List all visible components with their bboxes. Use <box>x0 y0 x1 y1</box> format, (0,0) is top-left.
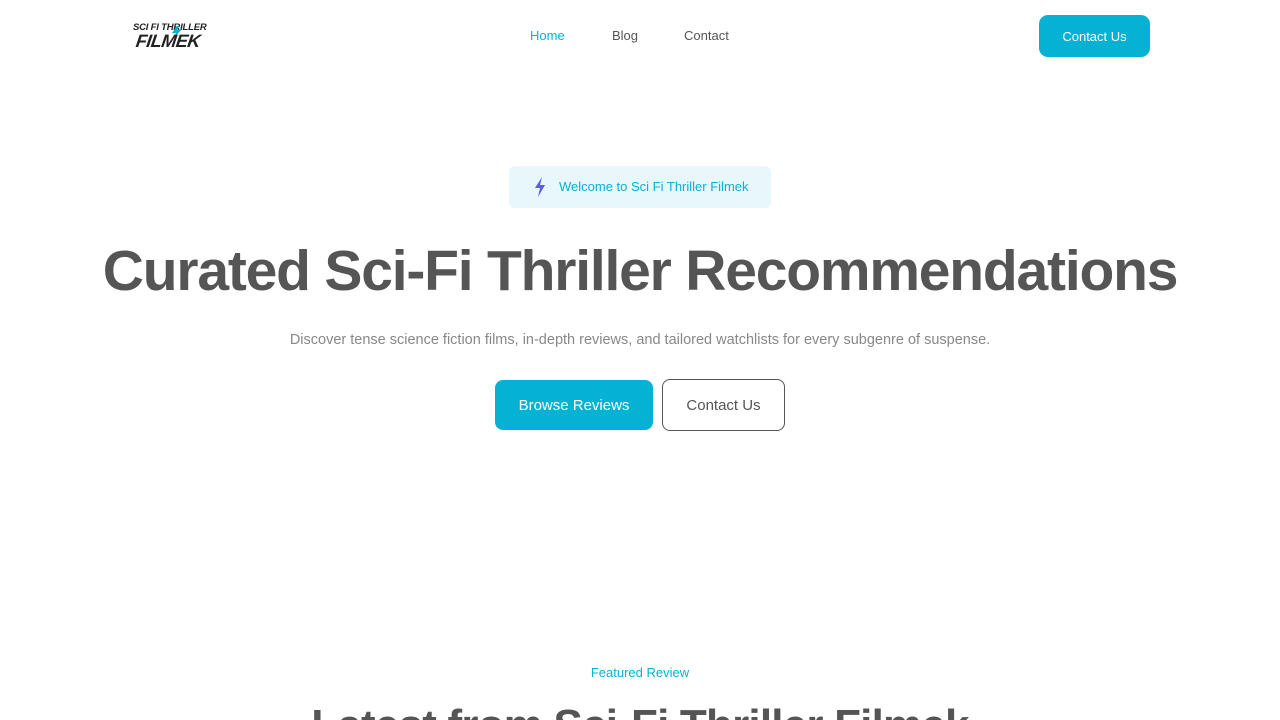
hero-subtitle: Discover tense science fiction films, in… <box>289 332 991 348</box>
welcome-badge: Welcome to Sci Fi Thriller Filmek <box>509 166 771 208</box>
browse-reviews-button[interactable]: Browse Reviews <box>495 380 653 430</box>
hero-contact-button[interactable]: Contact Us <box>662 379 785 431</box>
lightning-bolt-icon <box>535 177 545 197</box>
nav-item-home[interactable]: Home <box>530 27 565 45</box>
page: SCI FI THRILLER FILMEK Home Blog Contact… <box>0 0 1280 720</box>
featured-section-title: Latest from Sci-Fi Thriller Filmek <box>0 700 1280 720</box>
nav-item-contact[interactable]: Contact <box>684 27 729 45</box>
header-contact-button[interactable]: Contact Us <box>1039 15 1150 57</box>
nav-item-blog[interactable]: Blog <box>612 27 638 45</box>
site-header: SCI FI THRILLER FILMEK Home Blog Contact… <box>0 0 1280 72</box>
hero-title: Curated Sci-Fi Thriller Recommendations <box>102 239 1179 303</box>
featured-label: Featured Review <box>590 665 690 680</box>
welcome-badge-text: Welcome to Sci Fi Thriller Filmek <box>559 179 749 194</box>
